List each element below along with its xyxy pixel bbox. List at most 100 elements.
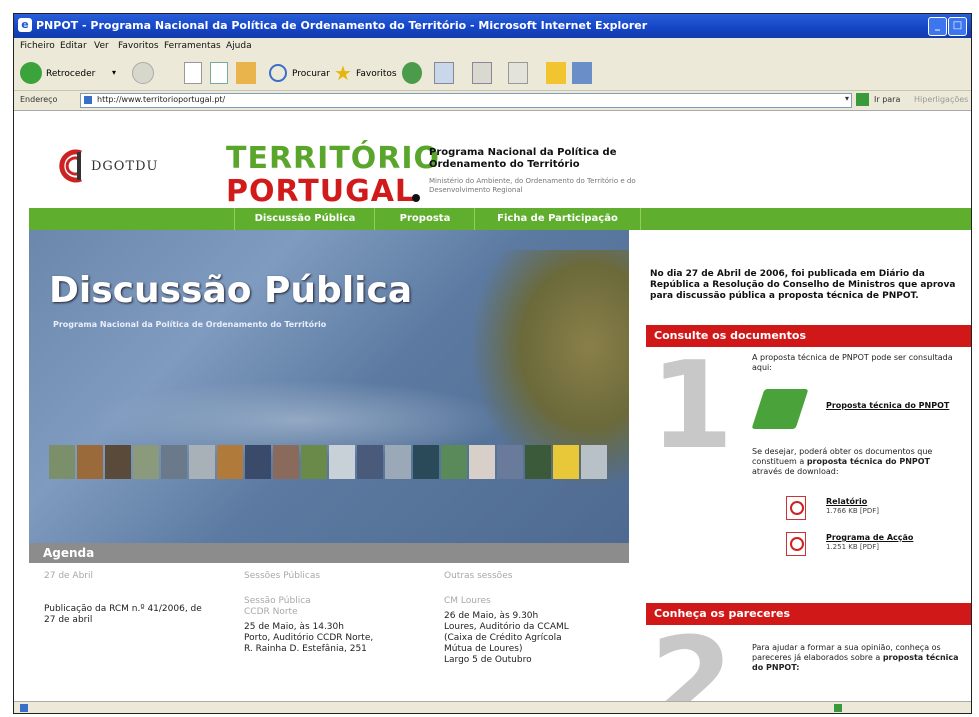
go-arrow-icon[interactable] [856,93,869,106]
back-label[interactable]: Retroceder [46,69,95,79]
go-label[interactable]: Ir para [874,95,900,104]
programa-accao-size: 1.251 KB [PDF] [826,543,879,551]
program-subtitle: Ministério do Ambiente, do Ordenamento d… [429,177,636,194]
maximize-button[interactable]: □ [948,17,967,36]
section-number-1: 1 [650,337,734,476]
photo-thumb [133,445,159,479]
agenda-event-line: Mútua de Loures) [444,644,523,654]
photo-thumb [105,445,131,479]
download-text-bold: proposta técnica do PNPOT [806,457,931,466]
program-title: Programa Nacional da Política de Ordenam… [429,147,617,170]
favorites-label[interactable]: Favoritos [356,69,397,79]
back-arrow-icon[interactable] [20,62,42,84]
folder-icon[interactable] [546,62,566,84]
photo-thumb [189,445,215,479]
status-bar [14,701,971,713]
home-icon[interactable] [236,62,256,84]
agenda-col-3: Outras sessões CM Loures 26 de Maio, às … [444,571,634,666]
status-page-icon [20,704,28,712]
photo-thumb [77,445,103,479]
toolbar: Retroceder ▾ Procurar ★ Favoritos [14,56,971,91]
messenger-icon[interactable] [572,62,592,84]
stop-icon[interactable] [184,62,202,84]
agenda-col-1: 27 de Abril Publicação da RCM n.º 41/200… [44,571,214,626]
agenda-header: Agenda [29,543,629,563]
address-input[interactable]: http://www.territorioportugal.pt/ ▾ [80,93,852,108]
photo-thumb [525,445,551,479]
nav-proposta[interactable]: Proposta [374,208,475,230]
agenda-col-heading: Outras sessões [444,571,513,581]
dropdown-arrow-icon[interactable]: ▾ [112,68,116,77]
download-intro: Se desejar, poderá obter os documentos q… [752,447,962,477]
menu-editar[interactable]: Editar [60,41,87,51]
proposta-tecnica-link[interactable]: Proposta técnica do PNPOT [826,401,956,411]
photo-thumb [581,445,607,479]
favorites-star-icon[interactable]: ★ [334,62,352,84]
edit-icon[interactable] [508,62,528,84]
history-icon[interactable] [402,62,422,84]
menu-favoritos[interactable]: Favoritos [118,41,159,51]
menu-ficheiro[interactable]: Ficheiro [20,41,55,51]
agenda-event-line: (Caixa de Crédito Agrícola [444,633,562,643]
pdf-icon[interactable] [786,532,806,556]
dgotdu-mark-icon [59,149,82,183]
agenda-event-tag: Sessão Pública [244,596,311,606]
menu-ajuda[interactable]: Ajuda [226,41,252,51]
photo-thumb [357,445,383,479]
agenda-event-line: R. Rainha D. Estefânia, 251 [244,644,367,654]
address-dropdown-icon[interactable]: ▾ [845,94,849,103]
print-icon[interactable] [472,62,492,84]
photo-thumb [329,445,355,479]
window-title: PNPOT - Programa Nacional da Política de… [36,19,648,32]
photo-thumb [553,445,579,479]
brand-territorio[interactable]: TERRITÓRIO [226,141,440,176]
agenda-event-line: 26 de Maio, às 9.30h [444,611,539,621]
dgotdu-text: DGOTDU [91,159,159,174]
menu-ver[interactable]: Ver [94,41,109,51]
agenda-item-text[interactable]: Publicação da RCM n.º 41/2006, de 27 de … [44,604,214,626]
page-icon [84,96,92,104]
photo-strip [49,445,619,479]
photo-thumb [497,445,523,479]
relatorio-size: 1.766 KB [PDF] [826,507,879,515]
photo-thumb [469,445,495,479]
address-url: http://www.territorioportugal.pt/ [97,95,226,104]
dgotdu-logo[interactable]: DGOTDU [59,149,179,185]
mail-icon[interactable] [434,62,454,84]
links-label[interactable]: Hiperligações [914,95,968,104]
zone-icon [834,704,842,712]
hero-subtitle: Programa Nacional da Política de Ordenam… [53,320,327,329]
agenda-event-line: 25 de Maio, às 14.30h [244,622,344,632]
forward-arrow-icon[interactable] [132,62,154,84]
menu-ferramentas[interactable]: Ferramentas [164,41,221,51]
agenda-date: 27 de Abril [44,571,93,581]
agenda-event-line: Loures, Auditório da CCAML [444,622,569,632]
address-label: Endereço [20,95,58,104]
nav-ficha-participacao[interactable]: Ficha de Participação [474,208,641,230]
menu-bar: Ficheiro Editar Ver Favoritos Ferramenta… [14,38,971,56]
photo-thumb [245,445,271,479]
agenda-event-line: Largo 5 de Outubro [444,655,532,665]
pdf-icon[interactable] [786,496,806,520]
refresh-icon[interactable] [210,62,228,84]
relatorio-link[interactable]: Relatório [826,497,867,507]
hero-banner: Discussão Pública Programa Nacional da P… [29,230,629,543]
nav-discussao-publica[interactable]: Discussão Pública [234,208,375,230]
photo-thumb [217,445,243,479]
photo-thumb [441,445,467,479]
title-bar: e PNPOT - Programa Nacional da Política … [14,14,971,38]
search-label[interactable]: Procurar [292,69,330,79]
photo-thumb [161,445,187,479]
minimize-button[interactable]: _ [928,17,947,36]
main-nav: Discussão Pública Proposta Ficha de Part… [29,208,971,230]
photo-thumb [301,445,327,479]
photo-thumb [413,445,439,479]
document-icon[interactable] [751,389,809,429]
ie-icon: e [18,18,32,32]
search-icon[interactable] [269,64,287,82]
photo-thumb [49,445,75,479]
brand-portugal[interactable]: PORTUGAL [226,174,415,209]
pareceres-text: Para ajudar a formar a sua opinião, conh… [752,643,964,673]
agenda-event-line: Porto, Auditório CCDR Norte, [244,633,374,643]
programa-accao-link[interactable]: Programa de Acção [826,533,913,543]
